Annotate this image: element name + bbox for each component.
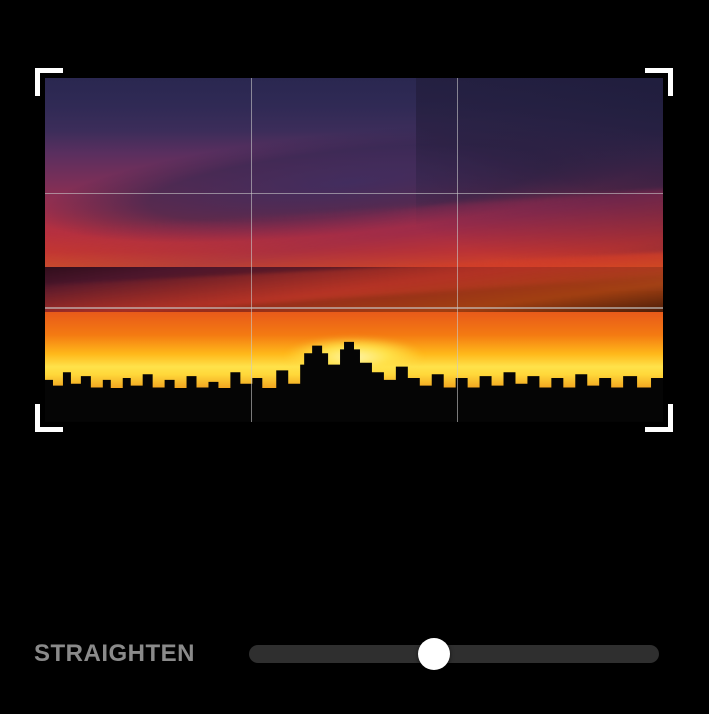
crop-handle-bl[interactable] bbox=[35, 404, 63, 432]
grid-line-vertical bbox=[251, 78, 253, 422]
straighten-slider-thumb[interactable] bbox=[418, 638, 450, 670]
straighten-control-row: STRAIGHTEN bbox=[34, 636, 659, 672]
crop-handle-tr[interactable] bbox=[645, 68, 673, 96]
crop-handle-br[interactable] bbox=[645, 404, 673, 432]
straighten-slider[interactable] bbox=[249, 645, 659, 663]
grid-line-vertical bbox=[457, 78, 459, 422]
crop-handle-tl[interactable] bbox=[35, 68, 63, 96]
straighten-editor: STRAIGHTEN bbox=[0, 0, 709, 714]
image-preview[interactable] bbox=[45, 78, 663, 422]
straighten-label: STRAIGHTEN bbox=[34, 640, 195, 668]
crop-frame[interactable] bbox=[35, 68, 673, 432]
grid-line-horizontal bbox=[45, 307, 663, 309]
skyline-silhouette bbox=[45, 298, 663, 422]
grid-line-horizontal bbox=[45, 193, 663, 195]
